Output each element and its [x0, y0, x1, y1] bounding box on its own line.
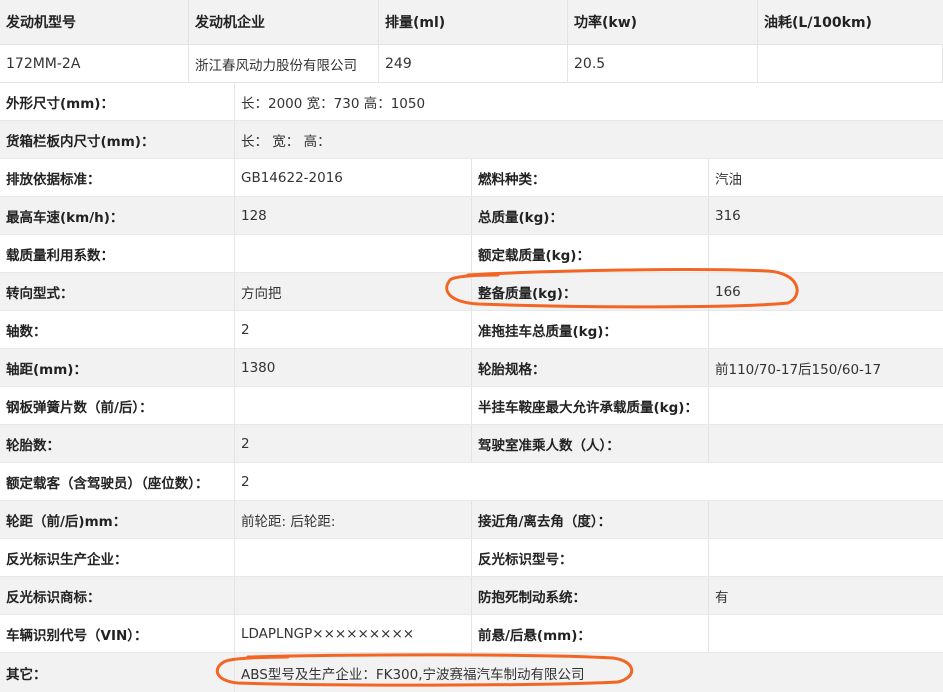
steering-value: 方向把 — [235, 273, 472, 310]
wheelbase-label: 轴距(mm)： — [0, 349, 235, 386]
axles-value: 2 — [235, 311, 472, 348]
rated-load-value — [709, 235, 943, 272]
dimensions-value: 长：2000 宽：730 高：1050 — [235, 83, 943, 120]
steering-label: 转向型式： — [0, 273, 235, 310]
reflector-brand-value — [235, 577, 472, 614]
table-row: 轴距(mm)： 1380 轮胎规格： 前110/70-17后150/60-17 — [0, 349, 943, 387]
table-row: 轮距（前/后)mm： 前轮距: 后轮距: 接近角/离去角（度）： — [0, 501, 943, 539]
table-row: 外形尺寸(mm)： 长：2000 宽：730 高：1050 — [0, 83, 943, 121]
fuel-type-label: 燃料种类： — [472, 159, 709, 196]
load-coef-label: 载质量利用系数： — [0, 235, 235, 272]
engine-header-row: 发动机型号 发动机企业 排量(ml) 功率(kw) 油耗(L/100km) — [0, 0, 943, 45]
leaf-springs-label: 钢板弹簧片数（前/后）： — [0, 387, 235, 424]
table-row: 排放依据标准： GB14622-2016 燃料种类： 汽油 — [0, 159, 943, 197]
engine-model-value: 172MM-2A — [0, 45, 189, 82]
table-row: 载质量利用系数： 额定载质量(kg)： — [0, 235, 943, 273]
angles-label: 接近角/离去角（度）： — [472, 501, 709, 538]
saddle-load-value — [709, 387, 943, 424]
trailer-mass-label: 准拖挂车总质量(kg)： — [472, 311, 709, 348]
reflector-model-label: 反光标识型号： — [472, 539, 709, 576]
wheelbase-value: 1380 — [235, 349, 472, 386]
curb-mass-label: 整备质量(kg)： — [472, 273, 709, 310]
reflector-model-value — [709, 539, 943, 576]
axles-label: 轴数： — [0, 311, 235, 348]
power-value: 20.5 — [568, 45, 758, 82]
table-row: 其它： ABS型号及生产企业：FK300,宁波赛福汽车制动有限公司 — [0, 653, 943, 692]
emission-std-value: GB14622-2016 — [235, 159, 472, 196]
table-row: 车辆识别代号（VIN）： LDAPLNGP××××××××× 前悬/后悬(mm)… — [0, 615, 943, 653]
engine-maker-header: 发动机企业 — [189, 0, 379, 44]
table-row: 转向型式： 方向把 整备质量(kg)： 166 — [0, 273, 943, 311]
load-coef-value — [235, 235, 472, 272]
rated-load-label: 额定载质量(kg)： — [472, 235, 709, 272]
other-label: 其它： — [0, 653, 235, 692]
table-row: 额定载客（含驾驶员）（座位数）： 2 — [0, 463, 943, 501]
max-speed-label: 最高车速(km/h)： — [0, 197, 235, 234]
cab-passengers-value — [709, 425, 943, 462]
angles-value — [709, 501, 943, 538]
total-mass-label: 总质量(kg)： — [472, 197, 709, 234]
track-value: 前轮距: 后轮距: — [235, 501, 472, 538]
displacement-value: 249 — [379, 45, 568, 82]
saddle-load-label: 半挂车鞍座最大允许承载质量(kg)： — [472, 387, 709, 424]
table-row: 轴数： 2 准拖挂车总质量(kg)： — [0, 311, 943, 349]
vin-value: LDAPLNGP××××××××× — [235, 615, 472, 652]
table-row: 钢板弹簧片数（前/后）： 半挂车鞍座最大允许承载质量(kg)： — [0, 387, 943, 425]
max-speed-value: 128 — [235, 197, 472, 234]
vin-label: 车辆识别代号（VIN）： — [0, 615, 235, 652]
tires-value: 2 — [235, 425, 472, 462]
cargo-box-label: 货箱栏板内尺寸(mm)： — [0, 121, 235, 158]
dimensions-label: 外形尺寸(mm)： — [0, 83, 235, 120]
overhang-label: 前悬/后悬(mm)： — [472, 615, 709, 652]
tire-spec-value: 前110/70-17后150/60-17 — [709, 349, 943, 386]
reflector-brand-label: 反光标识商标： — [0, 577, 235, 614]
power-header: 功率(kw) — [568, 0, 758, 44]
curb-mass-value: 166 — [709, 273, 943, 310]
table-row: 轮胎数： 2 驾驶室准乘人数（人）： — [0, 425, 943, 463]
cargo-box-value: 长： 宽： 高： — [235, 121, 943, 158]
reflector-maker-label: 反光标识生产企业： — [0, 539, 235, 576]
emission-std-label: 排放依据标准： — [0, 159, 235, 196]
fuel-type-value: 汽油 — [709, 159, 943, 196]
tire-spec-label: 轮胎规格： — [472, 349, 709, 386]
other-value: ABS型号及生产企业：FK300,宁波赛福汽车制动有限公司 — [235, 653, 943, 692]
table-row: 反光标识生产企业： 反光标识型号： — [0, 539, 943, 577]
trailer-mass-value — [709, 311, 943, 348]
seats-value: 2 — [235, 463, 943, 500]
table-row: 货箱栏板内尺寸(mm)： 长： 宽： 高： — [0, 121, 943, 159]
engine-model-header: 发动机型号 — [0, 0, 189, 44]
engine-value-row: 172MM-2A 浙江春风动力股份有限公司 249 20.5 — [0, 45, 943, 83]
displacement-header: 排量(ml) — [379, 0, 568, 44]
cab-passengers-label: 驾驶室准乘人数（人）： — [472, 425, 709, 462]
total-mass-value: 316 — [709, 197, 943, 234]
table-row: 最高车速(km/h)： 128 总质量(kg)： 316 — [0, 197, 943, 235]
reflector-maker-value — [235, 539, 472, 576]
tires-label: 轮胎数： — [0, 425, 235, 462]
seats-label: 额定载客（含驾驶员）（座位数）： — [0, 463, 235, 500]
table-row: 反光标识商标： 防抱死制动系统： 有 — [0, 577, 943, 615]
abs-label: 防抱死制动系统： — [472, 577, 709, 614]
track-label: 轮距（前/后)mm： — [0, 501, 235, 538]
engine-maker-value: 浙江春风动力股份有限公司 — [189, 45, 379, 82]
abs-value: 有 — [709, 577, 943, 614]
fuel-consumption-value — [758, 45, 943, 82]
fuel-consumption-header: 油耗(L/100km) — [764, 15, 872, 31]
overhang-value — [709, 615, 943, 652]
leaf-springs-value — [235, 387, 472, 424]
